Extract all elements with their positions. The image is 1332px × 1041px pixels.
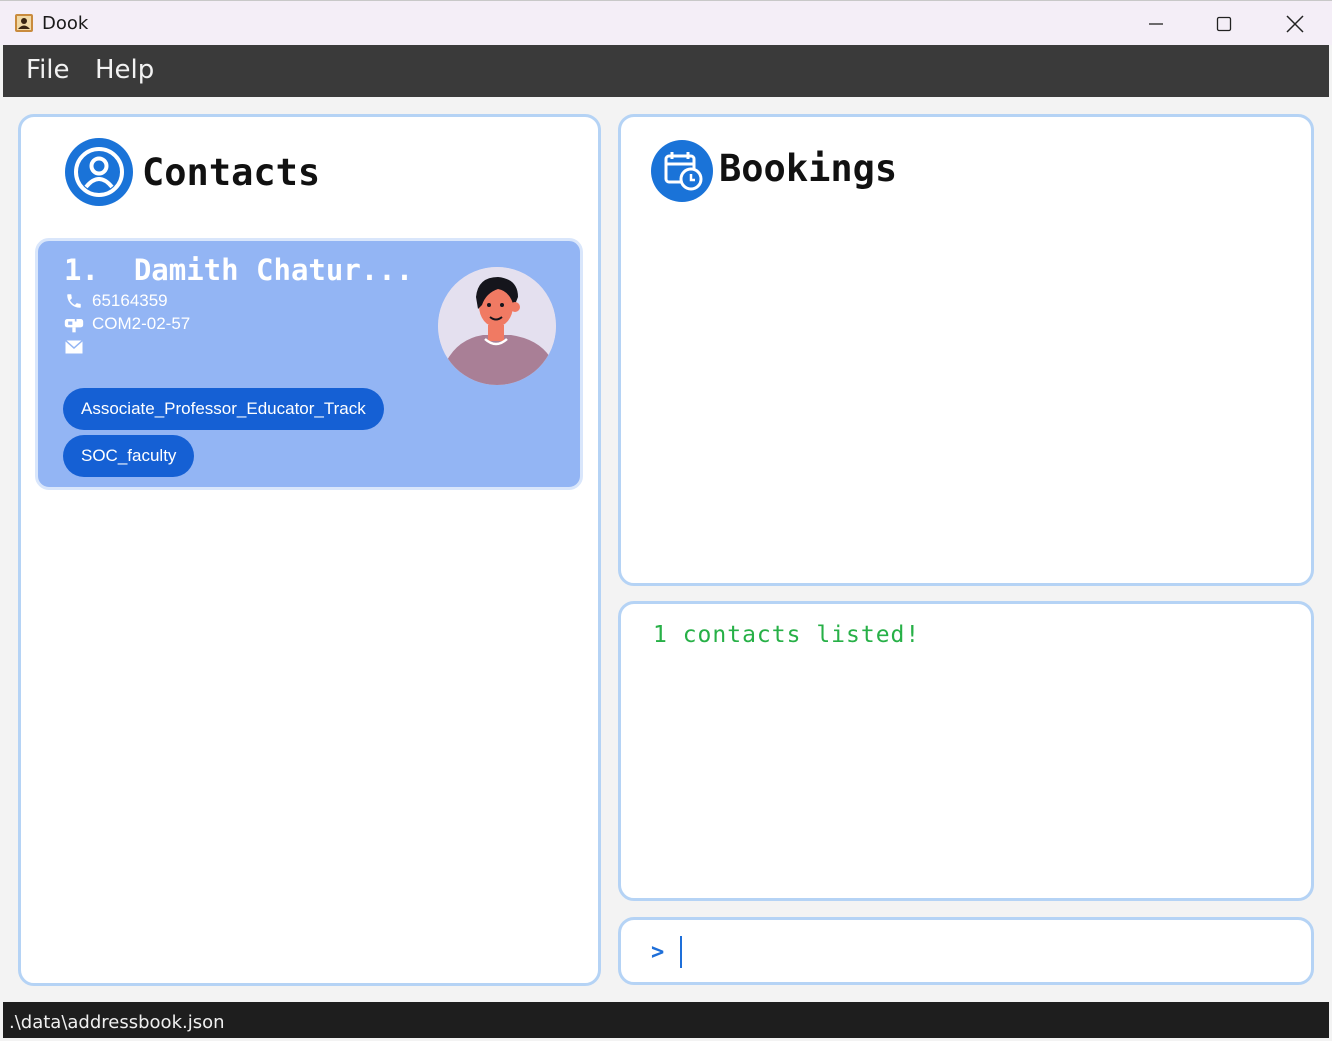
window-titlebar: Dook <box>0 0 1332 45</box>
phone-icon <box>64 291 84 311</box>
contact-email-row <box>64 337 92 357</box>
contacts-panel: Contacts 1. Damith Chatur... 65164359 CO… <box>18 114 601 986</box>
minimize-icon <box>1149 22 1163 25</box>
calendar-clock-icon <box>651 140 713 202</box>
contact-tag: Associate_Professor_Educator_Track <box>63 388 384 430</box>
maximize-icon <box>1216 16 1232 31</box>
contact-phone-row: 65164359 <box>64 291 168 311</box>
bookings-title: Bookings <box>719 147 898 190</box>
contact-address: COM2-02-57 <box>92 314 191 333</box>
minimize-button[interactable] <box>1121 1 1191 46</box>
close-icon <box>1286 14 1304 33</box>
contacts-title: Contacts <box>142 151 321 194</box>
menu-file[interactable]: File <box>26 55 70 85</box>
main-area: Contacts 1. Damith Chatur... 65164359 CO… <box>3 97 1329 1002</box>
data-file-path: .\data\addressbook.json <box>9 1012 225 1033</box>
contact-address-row: COM2-02-57 <box>64 314 190 334</box>
result-message: 1 contacts listed! <box>653 622 921 648</box>
user-circle-icon <box>65 138 133 206</box>
command-box[interactable]: > <box>618 917 1314 985</box>
contact-tag: SOC_faculty <box>63 435 195 477</box>
avatar <box>438 267 556 385</box>
command-input[interactable] <box>679 934 1283 972</box>
address-book-icon <box>14 13 34 33</box>
window-title: Dook <box>42 13 89 34</box>
result-display: 1 contacts listed! <box>618 601 1314 901</box>
command-prompt: > <box>651 940 665 965</box>
contact-name: 1. Damith Chatur... <box>64 253 414 287</box>
maximize-button[interactable] <box>1189 1 1259 46</box>
mailbox-icon <box>64 314 84 334</box>
menu-help[interactable]: Help <box>95 55 154 85</box>
close-button[interactable] <box>1260 1 1330 46</box>
menu-bar: File Help <box>3 45 1329 97</box>
bookings-panel: Bookings <box>618 114 1314 586</box>
status-bar: .\data\addressbook.json <box>3 1002 1329 1038</box>
contact-phone: 65164359 <box>92 291 168 310</box>
contact-card[interactable]: 1. Damith Chatur... 65164359 COM2-02-57 <box>35 238 583 490</box>
envelope-icon <box>64 337 84 357</box>
